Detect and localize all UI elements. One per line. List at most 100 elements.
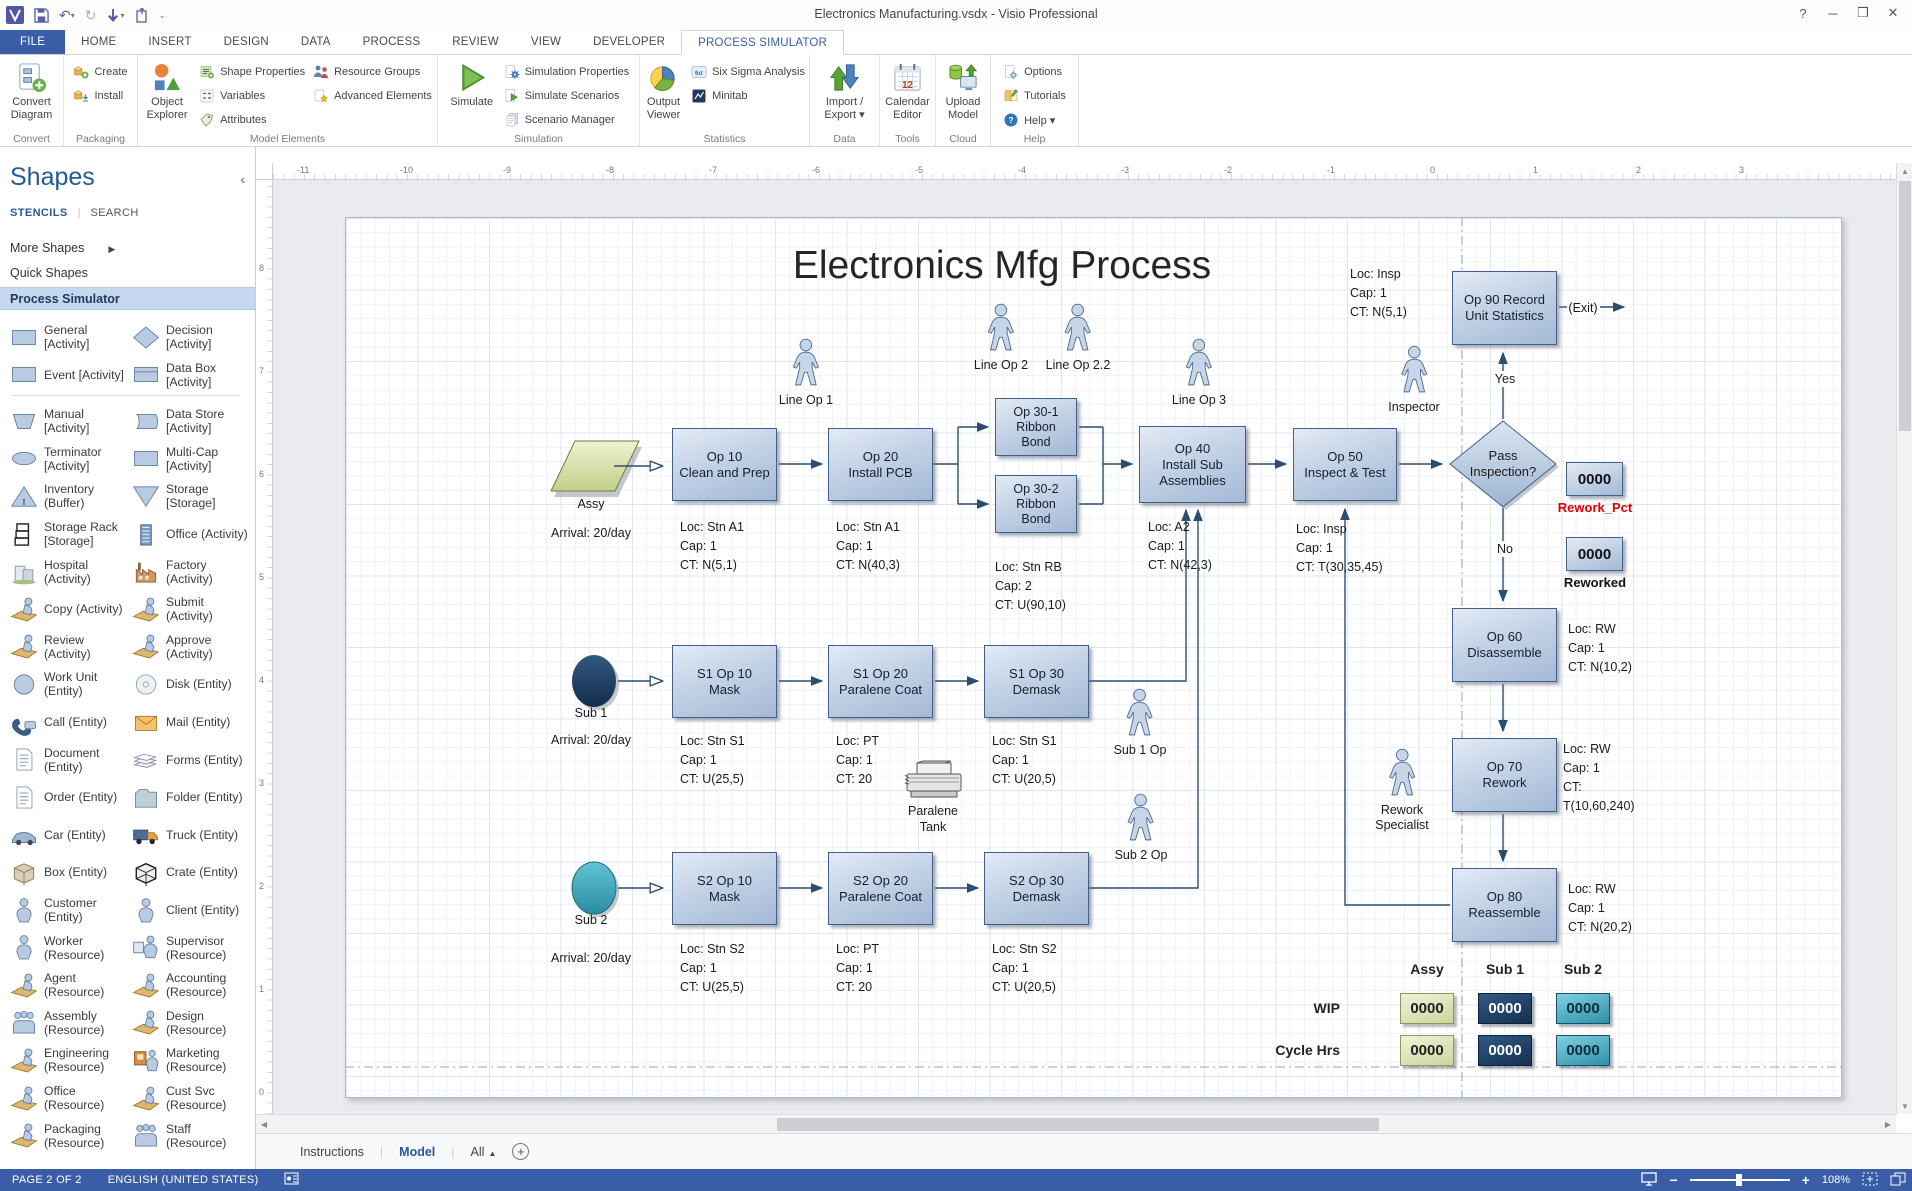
page-tab-model[interactable]: Model (399, 1145, 435, 1159)
stencil-accounting-resource[interactable]: Accounting (Resource) (130, 967, 250, 1003)
ribbon-six-sigma-analysis-button[interactable]: 6σSix Sigma Analysis (687, 60, 809, 84)
add-page-button[interactable]: + (512, 1143, 529, 1160)
stencil-data-box-activity[interactable]: Data Box [Activity] (130, 357, 250, 393)
ribbon-help-button[interactable]: ?Help ▾ (999, 108, 1070, 132)
stencil-marketing-resource[interactable]: Marketing (Resource) (130, 1042, 250, 1078)
process-box-op20[interactable]: Op 20 Install PCB (828, 428, 933, 501)
tab-search[interactable]: SEARCH (90, 207, 138, 219)
zoom-in-button[interactable]: + (1802, 1172, 1810, 1188)
stencil-cust-svc-resource[interactable]: Cust Svc (Resource) (130, 1080, 250, 1116)
wip-cell-cycle-hrs-sub-2[interactable]: 0000 (1556, 1035, 1610, 1066)
stencil-review-activity[interactable]: Review (Activity) (8, 629, 128, 665)
person-line-op-1[interactable]: Line Op 1 (779, 338, 833, 408)
zoom-level[interactable]: 108% (1822, 1174, 1850, 1186)
person-line-op-3[interactable]: Line Op 3 (1172, 338, 1226, 408)
stencil-storage-rack-storage[interactable]: Storage Rack [Storage] (8, 516, 128, 552)
ribbon-create-button[interactable]: Create (69, 60, 131, 84)
more-shapes-menu[interactable]: More Shapes▶ (10, 241, 115, 255)
stencil-general-activity[interactable]: General [Activity] (8, 319, 128, 355)
stencil-assembly-resource[interactable]: Assembly (Resource) (8, 1005, 128, 1041)
ribbon-attributes-button[interactable]: Attributes (195, 108, 309, 132)
ribbon-install-button[interactable]: Install (69, 84, 131, 108)
stencil-forms-entity[interactable]: Forms (Entity) (130, 742, 250, 778)
stencil-folder-entity[interactable]: Folder (Entity) (130, 779, 250, 815)
collapse-panel-icon[interactable]: ‹ (240, 171, 245, 187)
tab-data[interactable]: DATA (285, 30, 347, 54)
maximize-button[interactable]: ❒ (1848, 0, 1878, 26)
tab-insert[interactable]: INSERT (132, 30, 207, 54)
ribbon-shape-properties-button[interactable]: Shape Properties (195, 60, 309, 84)
tab-design[interactable]: DESIGN (208, 30, 285, 54)
tab-file[interactable]: FILE (0, 30, 65, 54)
tab-stencils[interactable]: STENCILS (10, 207, 68, 219)
quick-shapes-item[interactable]: Quick Shapes (10, 266, 88, 280)
person-inspector[interactable]: Inspector (1388, 345, 1439, 415)
process-box-op30-2[interactable]: Op 30-2 Ribbon Bond (995, 475, 1077, 533)
person-line-op-2[interactable]: Line Op 2 (974, 303, 1028, 373)
process-box-op40[interactable]: Op 40 Install Sub Assemblies (1139, 426, 1246, 503)
stencil-packaging-resource[interactable]: Packaging (Resource) (8, 1118, 128, 1154)
tab-developer[interactable]: DEVELOPER (577, 30, 681, 54)
stencil-event-activity[interactable]: Event [Activity] (8, 357, 128, 393)
ribbon-calendar-editor-button[interactable]: 12Calendar Editor (880, 57, 935, 133)
value-box-rework-pct[interactable]: 0000 (1566, 462, 1623, 496)
ribbon-minitab-button[interactable]: Minitab (687, 84, 809, 108)
stencil-truck-entity[interactable]: Truck (Entity) (130, 817, 250, 853)
ribbon-resource-groups-button[interactable]: Resource Groups (309, 60, 436, 84)
scroll-right-icon[interactable]: ▶ (1880, 1115, 1896, 1134)
stencil-car-entity[interactable]: Car (Entity) (8, 817, 128, 853)
stencil-supervisor-resource[interactable]: Supervisor (Resource) (130, 930, 250, 966)
fit-page-icon[interactable] (1862, 1172, 1878, 1189)
ribbon-options-button[interactable]: Options (999, 60, 1070, 84)
decision-diamond-label[interactable]: Pass Inspection? (1470, 448, 1537, 480)
process-box-op50[interactable]: Op 50 Inspect & Test (1293, 428, 1397, 501)
wip-cell-cycle-hrs-sub-1[interactable]: 0000 (1478, 1035, 1532, 1066)
stencil-design-resource[interactable]: Design (Resource) (130, 1005, 250, 1041)
presentation-mode-icon[interactable] (1641, 1172, 1657, 1189)
wip-cell-wip-sub-2[interactable]: 0000 (1556, 993, 1610, 1024)
ribbon-scenario-manager-button[interactable]: Scenario Manager (500, 108, 634, 132)
close-button[interactable]: ✕ (1878, 0, 1908, 26)
ribbon-simulation-properties-button[interactable]: Simulation Properties (500, 60, 634, 84)
stencil-hospital-activity[interactable]: Hospital (Activity) (8, 554, 128, 590)
stencil-approve-activity[interactable]: Approve (Activity) (130, 629, 250, 665)
process-box-s2op20[interactable]: S2 Op 20 Paralene Coat (828, 852, 933, 925)
scroll-left-icon[interactable]: ◀ (256, 1115, 272, 1134)
process-box-s1op30[interactable]: S1 Op 30 Demask (984, 645, 1089, 718)
scroll-up-icon[interactable]: ▲ (1897, 163, 1912, 179)
process-box-op70[interactable]: Op 70 Rework (1452, 738, 1557, 812)
stencil-disk-entity[interactable]: Disk (Entity) (130, 666, 250, 702)
stencil-multi-cap-activity[interactable]: Multi-Cap [Activity] (130, 441, 250, 477)
process-box-op10[interactable]: Op 10 Clean and Prep (672, 428, 777, 501)
ribbon-tutorials-button[interactable]: Tutorials (999, 84, 1070, 108)
stencil-copy-activity[interactable]: Copy (Activity) (8, 591, 128, 627)
stencil-inventory-buffer[interactable]: IInventory (Buffer) (8, 478, 128, 514)
macro-record-icon[interactable] (284, 1172, 299, 1188)
ribbon-output-viewer-button[interactable]: Output Viewer (640, 57, 687, 133)
stencil-engineering-resource[interactable]: Engineering (Resource) (8, 1042, 128, 1078)
stencil-client-entity[interactable]: Client (Entity) (130, 892, 250, 928)
ribbon-simulate-scenarios-button[interactable]: Simulate Scenarios (500, 84, 634, 108)
status-page-indicator[interactable]: PAGE 2 OF 2 (12, 1174, 82, 1186)
stencil-work-unit-entity[interactable]: Work Unit (Entity) (8, 666, 128, 702)
page-tab-instructions[interactable]: Instructions (300, 1145, 364, 1159)
tab-process[interactable]: PROCESS (347, 30, 437, 54)
stencil-agent-resource[interactable]: Agent (Resource) (8, 967, 128, 1003)
ribbon-simulate-button[interactable]: Simulate (444, 57, 500, 133)
stencil-box-entity[interactable]: Box (Entity) (8, 854, 128, 890)
minimize-button[interactable]: ─ (1818, 0, 1848, 26)
process-box-s2op30[interactable]: S2 Op 30 Demask (984, 852, 1089, 925)
ribbon-object-explorer-button[interactable]: Object Explorer (139, 57, 195, 133)
zoom-slider[interactable] (1690, 1179, 1790, 1181)
tab-view[interactable]: VIEW (515, 30, 577, 54)
value-box-reworked[interactable]: 0000 (1566, 537, 1623, 571)
stencil-staff-resource[interactable]: Staff (Resource) (130, 1118, 250, 1154)
stencil-customer-entity[interactable]: Customer (Entity) (8, 892, 128, 928)
stencil-terminator-activity[interactable]: Terminator [Activity] (8, 441, 128, 477)
wip-cell-cycle-hrs-assy[interactable]: 0000 (1400, 1035, 1454, 1066)
wip-cell-wip-sub-1[interactable]: 0000 (1478, 993, 1532, 1024)
process-box-op30-1[interactable]: Op 30-1 Ribbon Bond (995, 398, 1077, 456)
help-button[interactable]: ? (1788, 0, 1818, 26)
process-box-s1op10[interactable]: S1 Op 10 Mask (672, 645, 777, 718)
stencil-order-entity[interactable]: Order (Entity) (8, 779, 128, 815)
